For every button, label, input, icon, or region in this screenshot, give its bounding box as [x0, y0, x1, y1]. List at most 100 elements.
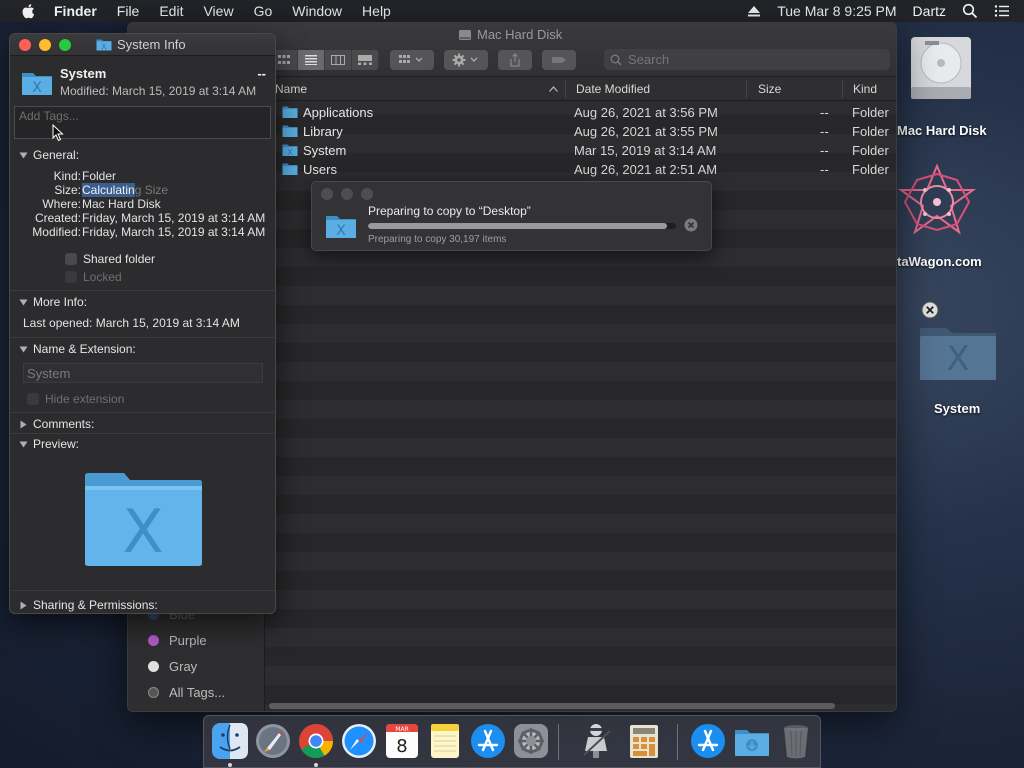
calendar-icon[interactable]: MAR 8 — [382, 721, 422, 761]
checkbox-box — [65, 253, 77, 265]
row-size: -- — [820, 124, 829, 139]
dialog-close-button[interactable] — [321, 188, 333, 200]
dialog-minimize-button[interactable] — [341, 188, 353, 200]
header-folder-icon[interactable]: X — [21, 70, 53, 96]
sidebar-tag-purple[interactable]: Purple — [148, 633, 207, 648]
system-preferences-icon[interactable] — [511, 721, 551, 761]
table-row[interactable]: Applications Aug 26, 2021 at 3:56 PM -- Fol… — [265, 103, 896, 122]
disclosure-open-icon — [19, 152, 28, 158]
shared-folder-checkbox[interactable]: Shared folder — [65, 252, 155, 266]
downloads-folder-icon[interactable] — [732, 721, 772, 761]
spotlight-search-icon[interactable] — [962, 3, 978, 19]
row-date: Mar 15, 2019 at 3:14 AM — [574, 143, 717, 158]
menu-finder[interactable]: Finder — [54, 3, 97, 19]
info-minimize-button[interactable] — [39, 39, 51, 51]
column-date-header[interactable]: Date Modified — [576, 82, 650, 96]
app-store-download-icon[interactable] — [688, 721, 728, 761]
locked-checkbox[interactable]: Locked — [65, 270, 122, 284]
row-name: Applications — [303, 105, 374, 120]
hide-extension-label: Hide extension — [45, 392, 125, 406]
safari-icon[interactable] — [339, 721, 379, 761]
svg-text:X: X — [122, 497, 163, 567]
row-size: -- — [820, 162, 829, 177]
all-tags-icon — [148, 687, 159, 698]
general-section-toggle[interactable]: General: — [19, 148, 79, 162]
checkbox-box — [65, 271, 77, 283]
share-button[interactable] — [498, 50, 532, 70]
website-label[interactable]: taWagon.com — [897, 254, 982, 269]
chrome-icon[interactable] — [296, 721, 336, 761]
section-divider — [10, 290, 275, 291]
close-badge-icon[interactable] — [921, 301, 939, 319]
notification-center-icon[interactable] — [994, 3, 1010, 19]
hide-extension-checkbox[interactable]: Hide extension — [27, 392, 124, 406]
finder-search-field[interactable]: Search — [604, 49, 890, 70]
menu-window[interactable]: Window — [292, 3, 342, 19]
size-value[interactable]: Calculating Size — [82, 183, 168, 197]
where-row: Where: Mac Hard Disk — [10, 197, 275, 211]
table-row[interactable]: X System Mar 15, 2019 at 3:14 AM -- Folder — [265, 141, 896, 160]
menu-edit[interactable]: Edit — [159, 3, 183, 19]
gallery-view-button[interactable] — [352, 50, 379, 70]
sort-ascending-icon[interactable] — [549, 86, 558, 92]
system-folder-ghost-icon[interactable]: X — [918, 322, 998, 382]
name-extension-header: Name & Extension: — [33, 342, 136, 356]
horizontal-scrollbar[interactable] — [269, 703, 835, 709]
menu-view[interactable]: View — [203, 3, 233, 19]
menubar-user[interactable]: Dartz — [913, 3, 946, 19]
sidebar-tag-label: All Tags... — [169, 685, 226, 700]
search-placeholder: Search — [628, 52, 670, 67]
tags-placeholder: Add Tags... — [19, 109, 79, 123]
website-thumbnail-icon[interactable] — [895, 160, 979, 244]
shared-folder-label: Shared folder — [83, 252, 156, 266]
comments-section-toggle[interactable]: Comments: — [19, 417, 94, 431]
app-store-icon[interactable] — [468, 721, 508, 761]
column-kind-header[interactable]: Kind — [853, 82, 877, 96]
column-view-button[interactable] — [325, 50, 352, 70]
eject-icon[interactable] — [747, 4, 761, 18]
sidebar-tag-gray[interactable]: Gray — [148, 659, 197, 674]
cancel-copy-icon[interactable] — [684, 218, 698, 232]
column-size-header[interactable]: Size — [758, 82, 781, 96]
menu-file[interactable]: File — [117, 3, 140, 19]
trash-icon[interactable] — [776, 721, 816, 761]
preview-section-toggle[interactable]: Preview: — [19, 437, 79, 451]
hard-disk-label[interactable]: Mac Hard Disk — [897, 123, 987, 138]
table-row[interactable]: Users Aug 26, 2021 at 2:51 AM -- Folder — [265, 160, 896, 179]
menu-help[interactable]: Help — [362, 3, 391, 19]
name-extension-section-toggle[interactable]: Name & Extension: — [19, 342, 136, 356]
sharing-section-toggle[interactable]: Sharing & Permissions: — [19, 598, 158, 612]
more-info-header: More Info: — [33, 295, 88, 309]
table-row[interactable]: Library Aug 26, 2021 at 3:55 PM -- Folder — [265, 122, 896, 141]
dialog-zoom-button[interactable] — [361, 188, 373, 200]
more-info-section-toggle[interactable]: More Info: — [19, 295, 87, 309]
folder-icon — [282, 125, 298, 137]
finder-icon[interactable] — [210, 721, 250, 761]
group-by-button[interactable] — [390, 50, 434, 70]
sidebar-all-tags[interactable]: All Tags... — [148, 685, 225, 700]
svg-text:X: X — [336, 223, 346, 239]
system-folder-icon: X — [326, 216, 356, 239]
row-kind: Folder — [852, 105, 889, 120]
hard-disk-icon[interactable] — [905, 33, 977, 107]
system-folder-label[interactable]: System — [934, 401, 980, 416]
calculator-icon[interactable] — [624, 721, 664, 761]
launchpad-icon[interactable] — [253, 721, 293, 761]
file-list: Name Date Modified Size Kind Application… — [265, 77, 896, 711]
section-divider — [10, 590, 275, 591]
menubar-clock[interactable]: Tue Mar 8 9:25 PM — [777, 3, 896, 19]
apple-menu-icon[interactable] — [20, 2, 38, 20]
name-field[interactable]: System — [23, 363, 263, 383]
notes-icon[interactable] — [425, 721, 465, 761]
automator-icon[interactable] — [576, 721, 616, 761]
kind-label: Kind: — [53, 169, 81, 183]
dock: MAR 8 — [203, 715, 821, 768]
info-close-button[interactable] — [19, 39, 31, 51]
menu-go[interactable]: Go — [254, 3, 273, 19]
column-name-header[interactable]: Name — [275, 82, 307, 96]
edit-tags-button[interactable] — [542, 50, 576, 70]
action-menu-button[interactable] — [444, 50, 488, 70]
list-view-button[interactable] — [298, 50, 325, 70]
get-info-window: X System Info X System -- Modified: Marc… — [9, 33, 276, 614]
info-zoom-button[interactable] — [59, 39, 71, 51]
